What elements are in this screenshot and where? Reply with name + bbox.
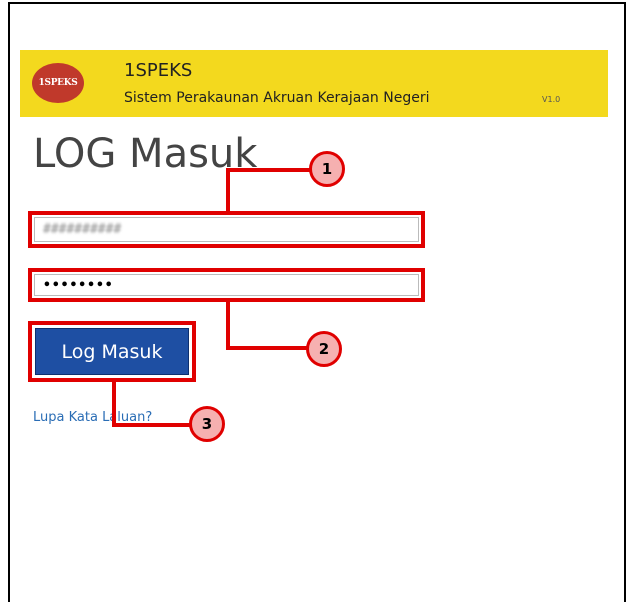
app-subtitle: Sistem Perakaunan Akruan Kerajaan Negeri bbox=[124, 90, 430, 106]
callout-2-line-horizontal bbox=[226, 346, 308, 350]
app-name: 1SPEKS bbox=[124, 60, 193, 81]
callout-1-badge: 1 bbox=[309, 151, 345, 187]
logo-text: 1SPEKS bbox=[38, 78, 78, 88]
callout-2-number: 2 bbox=[318, 340, 330, 358]
app-header bbox=[20, 50, 608, 117]
callout-3-line-horizontal bbox=[112, 423, 192, 427]
password-highlight: •••••••• bbox=[28, 268, 425, 302]
page-title: LOG Masuk bbox=[33, 131, 258, 177]
callout-3-badge: 3 bbox=[189, 406, 225, 442]
callout-1-line-vertical bbox=[226, 168, 230, 214]
callout-3-number: 3 bbox=[201, 415, 213, 433]
callout-2-line-vertical bbox=[226, 302, 230, 348]
app-logo: 1SPEKS bbox=[32, 63, 84, 103]
password-value: •••••••• bbox=[43, 277, 114, 293]
callout-3-line-vertical bbox=[112, 382, 116, 426]
username-highlight: ########## bbox=[28, 211, 425, 248]
password-field[interactable]: •••••••• bbox=[34, 274, 419, 296]
callout-1-line-horizontal bbox=[226, 168, 312, 172]
username-field[interactable]: ########## bbox=[34, 217, 419, 242]
callout-2-badge: 2 bbox=[306, 331, 342, 367]
version-label: V1.0 bbox=[542, 95, 561, 104]
callout-1-number: 1 bbox=[321, 160, 333, 178]
username-value: ########## bbox=[43, 222, 122, 237]
submit-highlight: Log Masuk bbox=[28, 321, 196, 382]
login-button[interactable]: Log Masuk bbox=[35, 328, 189, 375]
